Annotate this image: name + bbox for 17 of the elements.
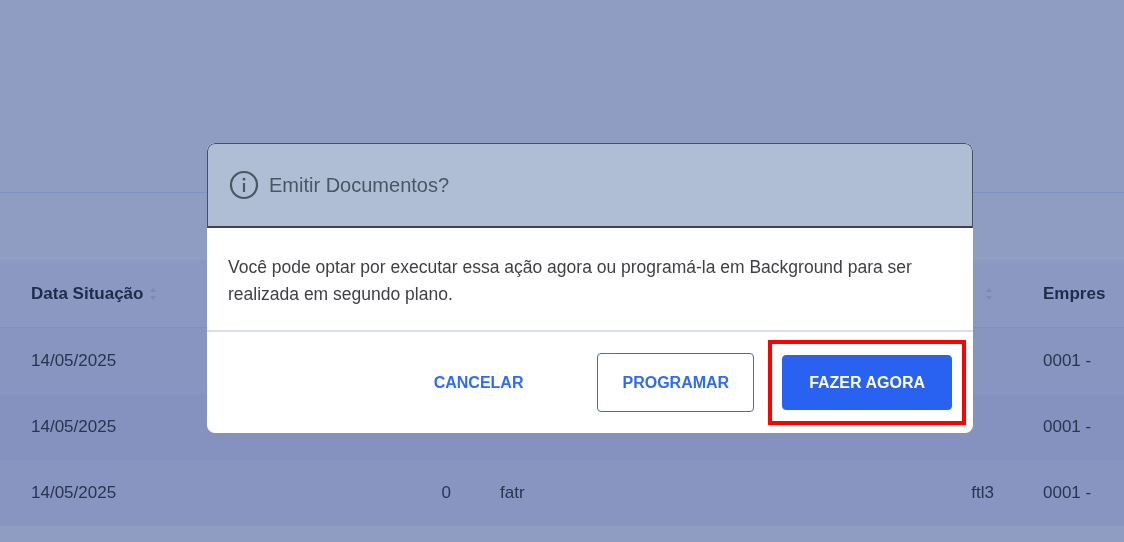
table-cell: 0001 - (1043, 417, 1092, 437)
dialog-button[interactable]: FAZER AGORA (782, 355, 952, 410)
column-header[interactable]: Empres (1043, 283, 1106, 304)
table-cell: 14/05/2025 (31, 483, 117, 503)
dialog-button[interactable]: CANCELAR (409, 353, 548, 412)
dialog-message: Você pode optar por executar essa ação agora ou programá-la em Background para ser realizada em segundo plano. (228, 256, 913, 306)
table-cell: ftl3 (971, 483, 994, 503)
table-cell: 0001 - (1043, 483, 1092, 503)
table-cell: fatr (500, 483, 525, 503)
table-cell: 14/05/2025 (31, 417, 117, 437)
table-cell: 0 (441, 483, 451, 503)
column-header[interactable]: Data Situação (31, 283, 144, 304)
info-icon (229, 170, 259, 200)
dialog-button[interactable]: PROGRAMAR (597, 353, 755, 412)
table-cell: 0001 - (1043, 351, 1092, 371)
table-cell: 14/05/2025 (31, 351, 117, 371)
dialog-title: Emitir Documentos? (269, 173, 450, 197)
